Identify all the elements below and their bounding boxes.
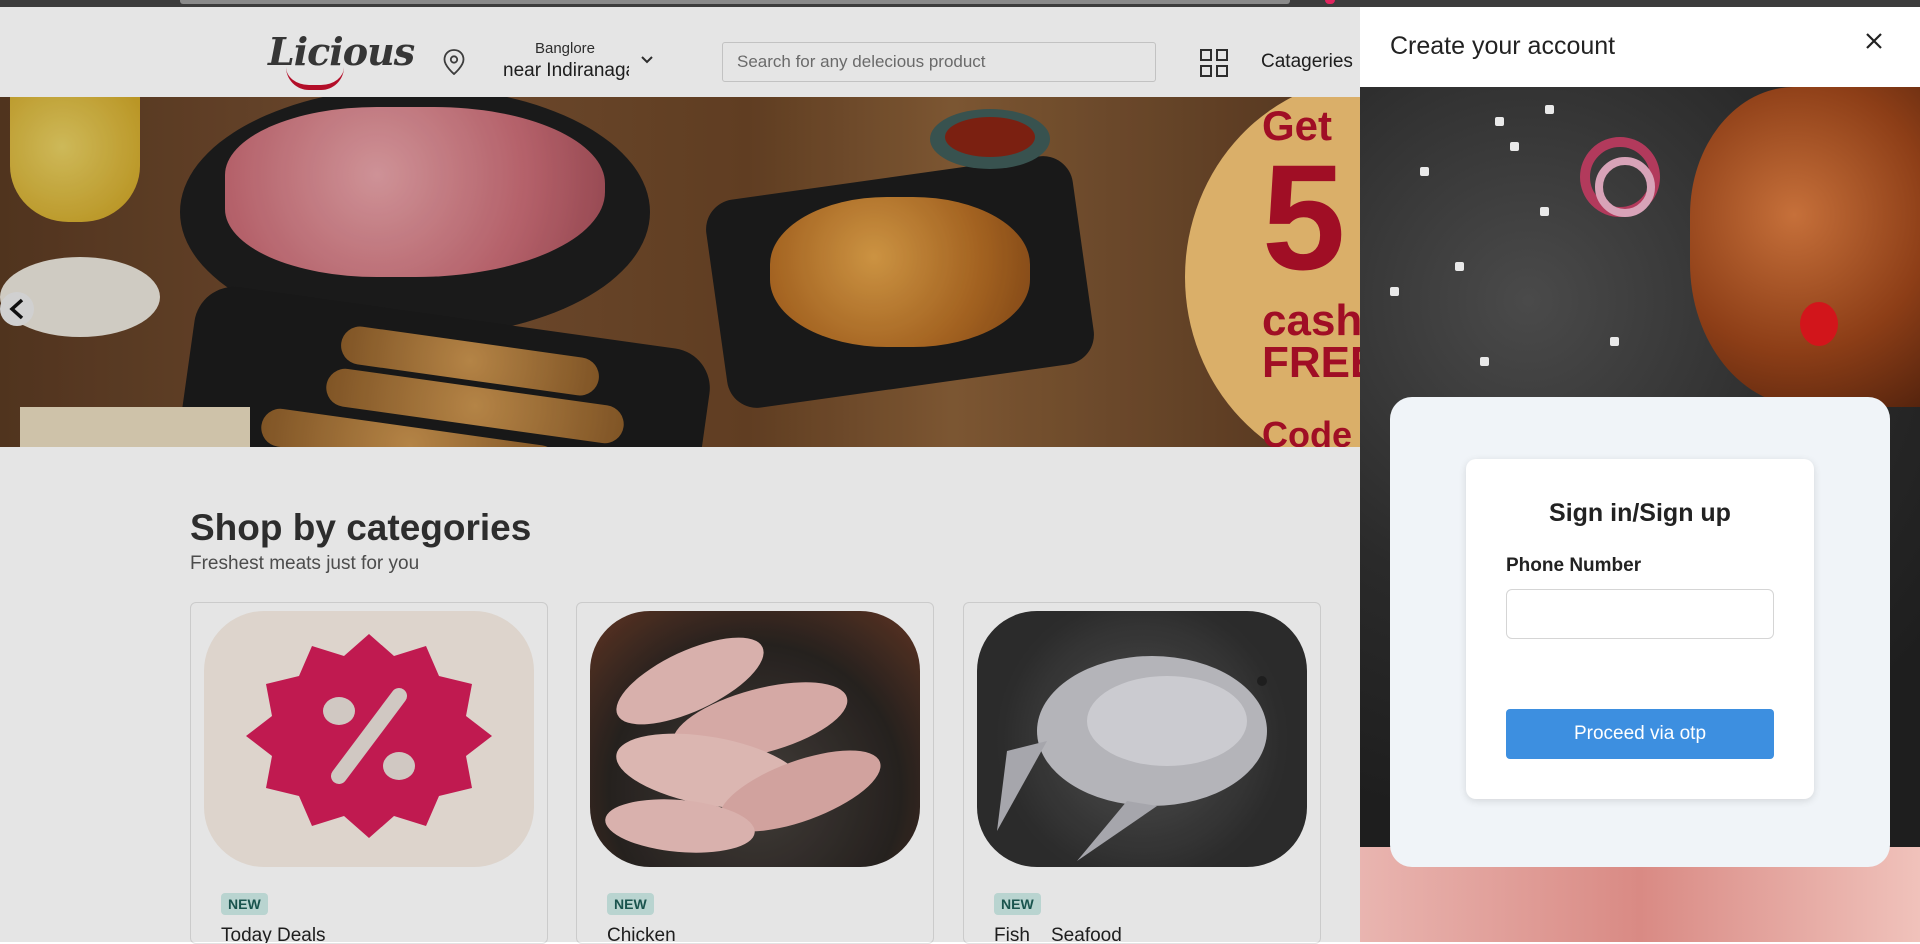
bg-salt	[1510, 142, 1519, 151]
signin-card: Sign in/Sign up Phone Number Proceed via…	[1466, 459, 1814, 799]
drawer-header: Create your account	[1360, 7, 1920, 87]
browser-tab-strip	[180, 0, 1290, 4]
recording-indicator	[1325, 0, 1335, 4]
bg-salt	[1480, 357, 1489, 366]
bg-grilled-meat	[1690, 87, 1920, 407]
modal-backdrop[interactable]	[0, 7, 1360, 942]
close-icon	[1866, 33, 1882, 49]
bg-salt	[1545, 105, 1554, 114]
create-account-drawer: Create your account Sign in/Sign up Phon…	[1360, 7, 1920, 942]
signin-card-container: Sign in/Sign up Phone Number Proceed via…	[1390, 397, 1890, 867]
bg-salt	[1390, 287, 1399, 296]
bg-onion-ring-inner	[1595, 157, 1655, 217]
bg-chili	[1800, 302, 1838, 346]
browser-top-bar	[0, 0, 1920, 7]
drawer-title: Create your account	[1390, 32, 1616, 60]
signin-title: Sign in/Sign up	[1549, 499, 1731, 527]
bg-salt	[1455, 262, 1464, 271]
phone-number-input[interactable]	[1506, 589, 1774, 639]
bg-salt	[1495, 117, 1504, 126]
close-button[interactable]	[1860, 27, 1888, 55]
proceed-via-otp-button[interactable]: Proceed via otp	[1506, 709, 1774, 759]
bg-salt	[1540, 207, 1549, 216]
phone-number-label: Phone Number	[1506, 555, 1642, 576]
bg-salt	[1420, 167, 1429, 176]
bg-salt	[1610, 337, 1619, 346]
